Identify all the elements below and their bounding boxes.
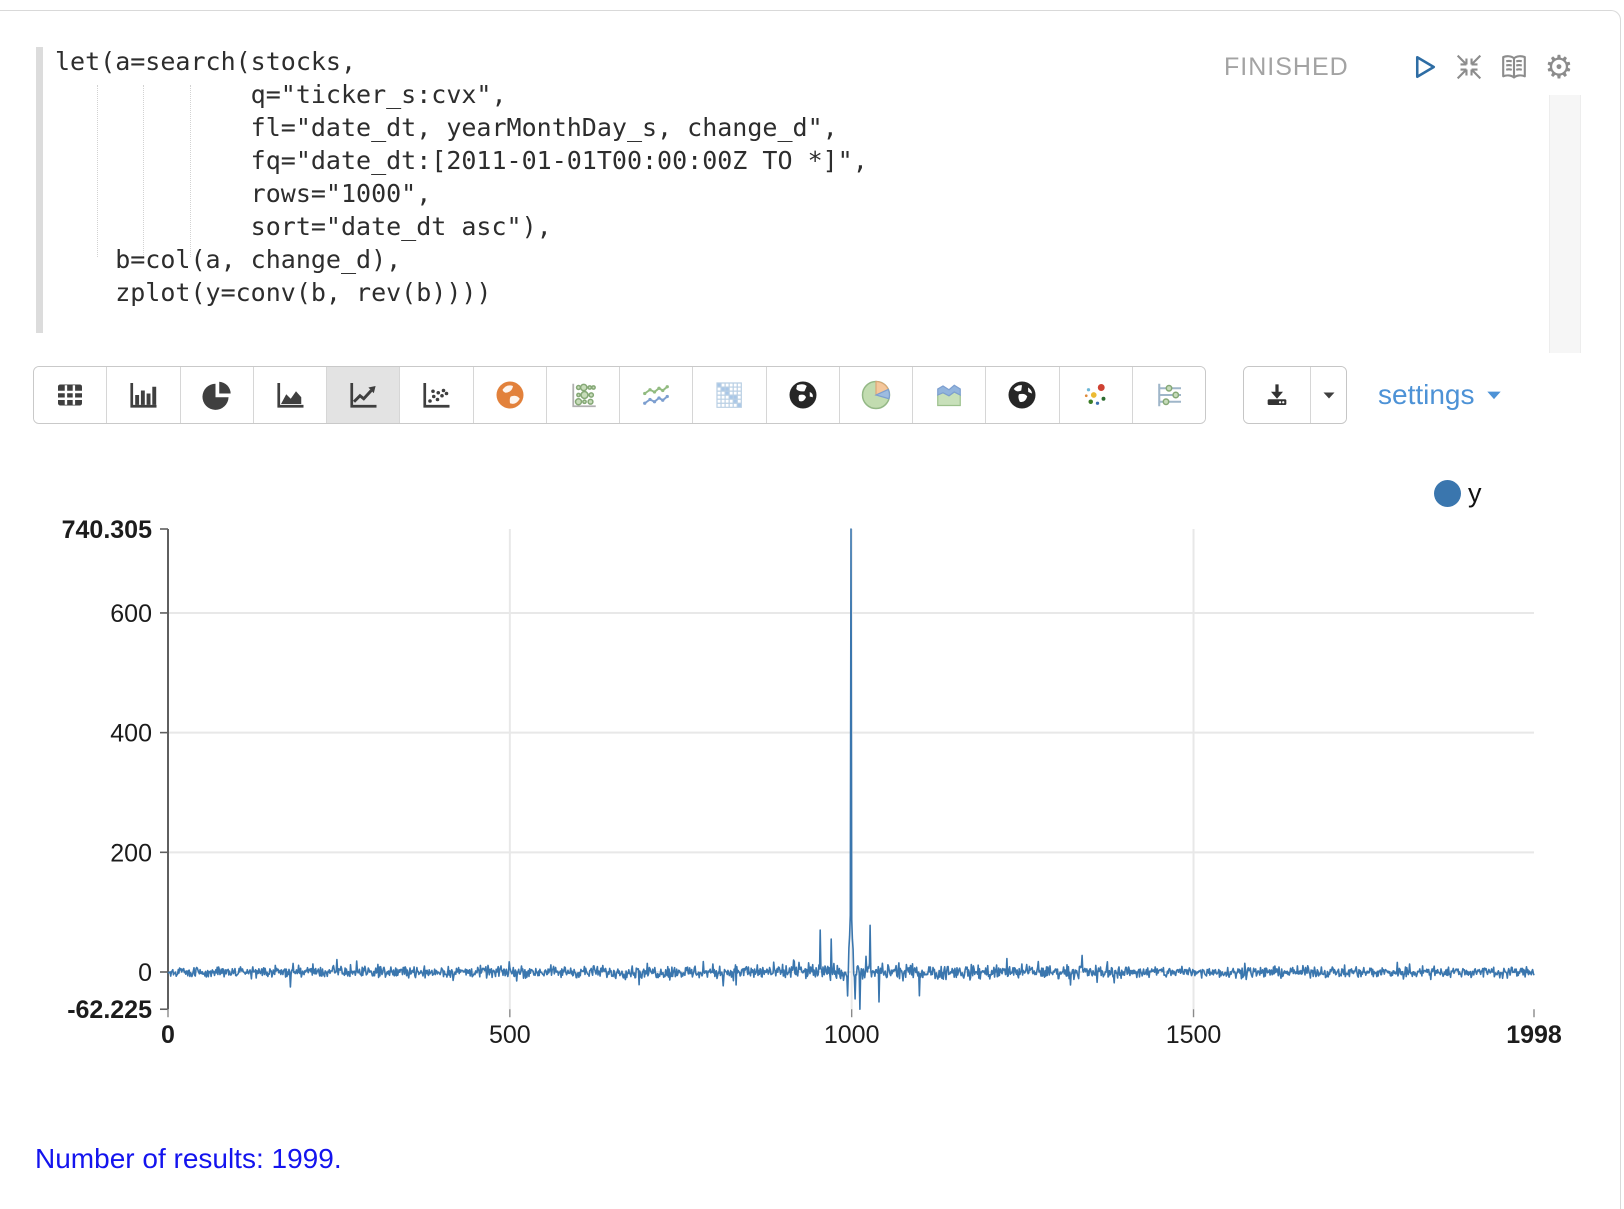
download-button-group <box>1243 366 1347 424</box>
compress-icon <box>1452 50 1486 84</box>
chart-type-map-globe-1-button[interactable] <box>766 367 839 423</box>
heatmap-icon <box>711 377 747 413</box>
pie-chart-icon <box>199 377 235 413</box>
x-axis-tick-label: 1000 <box>824 1021 880 1049</box>
chart-type-multi-line-chart-button[interactable] <box>619 367 692 423</box>
caret-down-icon <box>1317 383 1341 407</box>
code-line: fl="date_dt, yearMonthDay_s, change_d", <box>55 111 868 144</box>
x-axis-tick-label: 1500 <box>1166 1021 1222 1049</box>
area-pastel-icon <box>931 377 967 413</box>
chart-type-bubble-matrix-button[interactable] <box>546 367 619 423</box>
multi-line-chart-icon <box>638 377 674 413</box>
chart-type-pie-pastel-button[interactable] <box>839 367 912 423</box>
chart-type-area-chart-button[interactable] <box>253 367 326 423</box>
pie-pastel-icon <box>858 377 894 413</box>
code-line: sort="date_dt asc"), <box>55 210 868 243</box>
scatter-plot-icon <box>418 377 454 413</box>
chart-type-table-button[interactable] <box>34 367 106 423</box>
download-button[interactable] <box>1244 367 1310 423</box>
settings-link[interactable]: settings <box>1378 366 1504 424</box>
area-chart-icon <box>272 377 308 413</box>
book-icon <box>1496 49 1532 85</box>
code-line: fq="date_dt:[2011-01-01T00:00:00Z TO *]"… <box>55 144 868 177</box>
chart-type-toolbar <box>33 366 1206 424</box>
line-chart-canvas: 740.305 600 400 200 0 -62.225 0 500 1000 1500 1998 <box>0 440 1624 1090</box>
globe-black-icon <box>785 377 821 413</box>
scatter-color-icon <box>1078 377 1114 413</box>
chart-type-pie-chart-button[interactable] <box>180 367 253 423</box>
code-line: rows="1000", <box>55 177 868 210</box>
chart-type-bar-chart-button[interactable] <box>106 367 179 423</box>
y-axis-tick-label: 0 <box>138 959 152 987</box>
editor-scrollbar[interactable] <box>1549 95 1581 353</box>
x-axis-tick-label: 0 <box>161 1021 175 1049</box>
code-line: zplot(y=conv(b, rev(b)))) <box>55 276 868 309</box>
code-line: let(a=search(stocks, <box>55 45 868 78</box>
chart-type-scatter-color-button[interactable] <box>1059 367 1132 423</box>
y-axis-tick-label: 200 <box>110 839 152 867</box>
chart-type-map-globe-2-button[interactable] <box>985 367 1058 423</box>
shrink-editor-button[interactable] <box>1449 47 1489 87</box>
run-button[interactable] <box>1404 47 1444 87</box>
y-axis-tick-label: 400 <box>110 720 152 748</box>
line-chart-icon <box>345 377 381 413</box>
paragraph-settings-button[interactable]: ⚙ <box>1539 47 1579 87</box>
show-editor-button[interactable] <box>1494 47 1534 87</box>
code-text[interactable]: let(a=search(stocks, q="ticker_s:cvx", f… <box>55 45 868 309</box>
gear-icon: ⚙ <box>1545 51 1574 83</box>
download-options-caret-button[interactable] <box>1310 367 1346 423</box>
globe-orange-icon <box>492 377 528 413</box>
chart-type-line-chart-button[interactable] <box>326 367 399 423</box>
globe-black2-icon <box>1004 377 1040 413</box>
bar-chart-icon <box>125 377 161 413</box>
y-axis-tick-label: -62.225 <box>67 996 152 1024</box>
code-editor[interactable]: let(a=search(stocks, q="ticker_s:cvx", f… <box>36 45 1582 337</box>
download-icon <box>1261 379 1293 411</box>
levels-icon <box>1151 377 1187 413</box>
chart-type-heatmap-button[interactable] <box>692 367 765 423</box>
chart-type-range-slider-button[interactable] <box>1132 367 1205 423</box>
play-icon <box>1406 49 1442 85</box>
chart-type-map-globe-orange-button[interactable] <box>473 367 546 423</box>
paragraph-actions: ⚙ <box>1404 47 1579 87</box>
x-axis-tick-label: 1998 <box>1506 1021 1562 1049</box>
caret-down-icon <box>1484 385 1504 405</box>
line-chart: 740.305 600 400 200 0 -62.225 0 500 1000 1500 1998 <box>0 440 1624 1090</box>
chart-type-scatter-plot-button[interactable] <box>399 367 472 423</box>
code-line: q="ticker_s:cvx", <box>55 78 868 111</box>
table-icon <box>52 377 88 413</box>
bubble-matrix-icon <box>565 377 601 413</box>
results-count: Number of results: 1999. <box>35 1143 342 1175</box>
chart-type-area-pastel-button[interactable] <box>912 367 985 423</box>
code-line: b=col(a, change_d), <box>55 243 868 276</box>
x-axis-tick-label: 500 <box>489 1021 531 1049</box>
y-axis-tick-label: 740.305 <box>62 516 152 544</box>
y-axis-tick-label: 600 <box>110 600 152 628</box>
paragraph-status: FINISHED <box>1224 53 1349 82</box>
editor-gutter <box>36 47 43 333</box>
settings-label: settings <box>1378 379 1475 411</box>
